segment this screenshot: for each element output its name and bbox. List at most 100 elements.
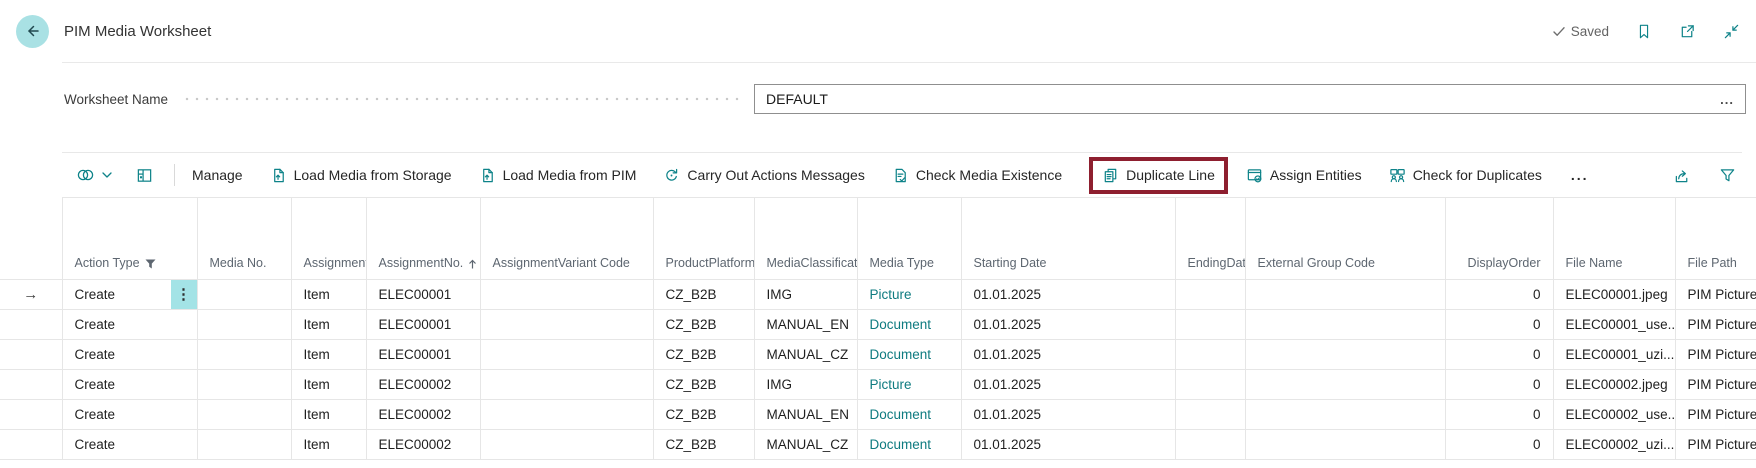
cell-assignment-no[interactable]: ELEC00002 [365,399,481,430]
col-header-ending-date[interactable]: EndingDate [1174,197,1246,280]
share-button[interactable] [1673,167,1692,184]
cell-file-path[interactable]: PIM Picture [1674,309,1756,340]
cell-file-name[interactable]: ELEC00002_use... [1552,399,1676,430]
cell-file-name[interactable]: ELEC00001.jpeg [1552,279,1676,310]
cell-external-group-code[interactable] [1244,369,1446,400]
cell-assignment-no[interactable]: ELEC00002 [365,429,481,460]
row-selector-cell[interactable] [0,429,63,460]
cell-media-classification-code[interactable]: IMG [753,369,858,400]
action-check-for-duplicates[interactable]: Check for Duplicates [1389,167,1542,184]
cell-external-group-code[interactable] [1244,429,1446,460]
cell-assignment-variant-code[interactable] [479,399,654,430]
row-selector-cell[interactable] [0,369,63,400]
related-menu-button[interactable] [76,167,112,183]
cell-assignment-type[interactable]: Item [290,399,367,430]
cell-media-no[interactable] [196,279,292,310]
open-in-new-window-button[interactable] [1679,23,1696,40]
bookmark-button[interactable] [1636,23,1652,40]
switch-layout-button[interactable] [136,167,153,184]
cell-media-classification-code[interactable]: MANUAL_CZ [753,339,858,370]
cell-file-name[interactable]: ELEC00002_uzi... [1552,429,1676,460]
cell-ending-date[interactable] [1174,339,1246,370]
cell-media-no[interactable] [196,369,292,400]
cell-display-order[interactable]: 0 [1444,339,1554,370]
cell-external-group-code[interactable] [1244,339,1446,370]
cell-file-name[interactable]: ELEC00001_uzi... [1552,339,1676,370]
more-options-button[interactable]: ... [1571,167,1589,183]
filter-button[interactable] [1719,167,1736,184]
col-header-file-path[interactable]: File Path [1674,197,1756,280]
cell-display-order[interactable]: 0 [1444,429,1554,460]
action-load-media-from-storage[interactable]: Load Media from Storage [270,167,452,184]
cell-file-name[interactable]: ELEC00001_use... [1552,309,1676,340]
cell-action-type[interactable]: Create [61,339,198,370]
col-header-display-order[interactable]: Display Order [1444,197,1554,280]
cell-file-name[interactable]: ELEC00002.jpeg [1552,369,1676,400]
media-type-link[interactable]: Picture [870,287,912,302]
cell-action-type[interactable]: Create [61,399,198,430]
cell-assignment-no[interactable]: ELEC00001 [365,309,481,340]
col-header-assignment-variant-code[interactable]: Assignment Variant Code [479,197,654,280]
col-header-product-platform-code[interactable]: ProductPlatform Code [652,197,755,280]
cell-starting-date[interactable]: 01.01.2025 [960,429,1176,460]
cell-product-platform-code[interactable]: CZ_B2B [652,369,755,400]
action-duplicate-line[interactable]: Duplicate Line [1089,156,1228,194]
cell-ending-date[interactable] [1174,309,1246,340]
cell-assignment-variant-code[interactable] [479,279,654,310]
cell-action-type[interactable]: Create [61,369,198,400]
action-load-media-from-pim[interactable]: Load Media from PIM [479,167,636,184]
cell-display-order[interactable]: 0 [1444,399,1554,430]
cell-external-group-code[interactable] [1244,399,1446,430]
cell-product-platform-code[interactable]: CZ_B2B [652,279,755,310]
col-header-assignment-no[interactable]: Assignment No. [365,197,481,280]
cell-action-type[interactable]: Create [61,309,198,340]
media-type-link[interactable]: Document [870,317,932,332]
col-header-file-name[interactable]: File Name [1552,197,1676,280]
cell-display-order[interactable]: 0 [1444,309,1554,340]
cell-media-classification-code[interactable]: MANUAL_EN [753,399,858,430]
col-header-action-type[interactable]: Action Type [61,197,198,280]
cell-product-platform-code[interactable]: CZ_B2B [652,339,755,370]
cell-ending-date[interactable] [1174,399,1246,430]
cell-assignment-no[interactable]: ELEC00001 [365,339,481,370]
cell-starting-date[interactable]: 01.01.2025 [960,369,1176,400]
cell-media-classification-code[interactable]: MANUAL_CZ [753,429,858,460]
cell-display-order[interactable]: 0 [1444,369,1554,400]
cell-action-type[interactable]: Create [61,429,198,460]
cell-media-no[interactable] [196,339,292,370]
media-type-link[interactable]: Document [870,407,932,422]
cell-media-classification-code[interactable]: IMG [753,279,858,310]
cell-media-type[interactable]: Document [856,339,962,370]
col-header-external-group-code[interactable]: External Group Code [1244,197,1446,280]
cell-media-type[interactable]: Document [856,429,962,460]
collapse-button[interactable] [1723,23,1740,40]
cell-file-path[interactable]: PIM Picture [1674,399,1756,430]
cell-action-type[interactable]: Create ⋮ [61,279,198,310]
cell-display-order[interactable]: 0 [1444,279,1554,310]
cell-assignment-type[interactable]: Item [290,279,367,310]
cell-assignment-variant-code[interactable] [479,429,654,460]
cell-media-type[interactable]: Document [856,309,962,340]
cell-ending-date[interactable] [1174,279,1246,310]
col-header-media-type[interactable]: Media Type [856,197,962,280]
cell-product-platform-code[interactable]: CZ_B2B [652,309,755,340]
col-header-assignment-type[interactable]: AssignmentType [290,197,367,280]
cell-media-type[interactable]: Picture [856,279,962,310]
cell-assignment-type[interactable]: Item [290,309,367,340]
action-carry-out-actions-messages[interactable]: Carry Out Actions Messages [663,167,865,184]
cell-starting-date[interactable]: 01.01.2025 [960,399,1176,430]
cell-assignment-type[interactable]: Item [290,429,367,460]
back-button[interactable] [16,14,49,48]
row-selector-cell[interactable] [0,399,63,430]
cell-ending-date[interactable] [1174,429,1246,460]
cell-file-path[interactable]: PIM Picture [1674,279,1756,310]
cell-file-path[interactable]: PIM Picture [1674,429,1756,460]
manage-menu-button[interactable]: Manage [192,167,243,183]
cell-external-group-code[interactable] [1244,279,1446,310]
cell-media-no[interactable] [196,429,292,460]
cell-assignment-variant-code[interactable] [479,369,654,400]
cell-product-platform-code[interactable]: CZ_B2B [652,399,755,430]
cell-product-platform-code[interactable]: CZ_B2B [652,429,755,460]
assist-edit-button[interactable]: ... [1720,92,1734,107]
media-type-link[interactable]: Document [870,437,932,452]
